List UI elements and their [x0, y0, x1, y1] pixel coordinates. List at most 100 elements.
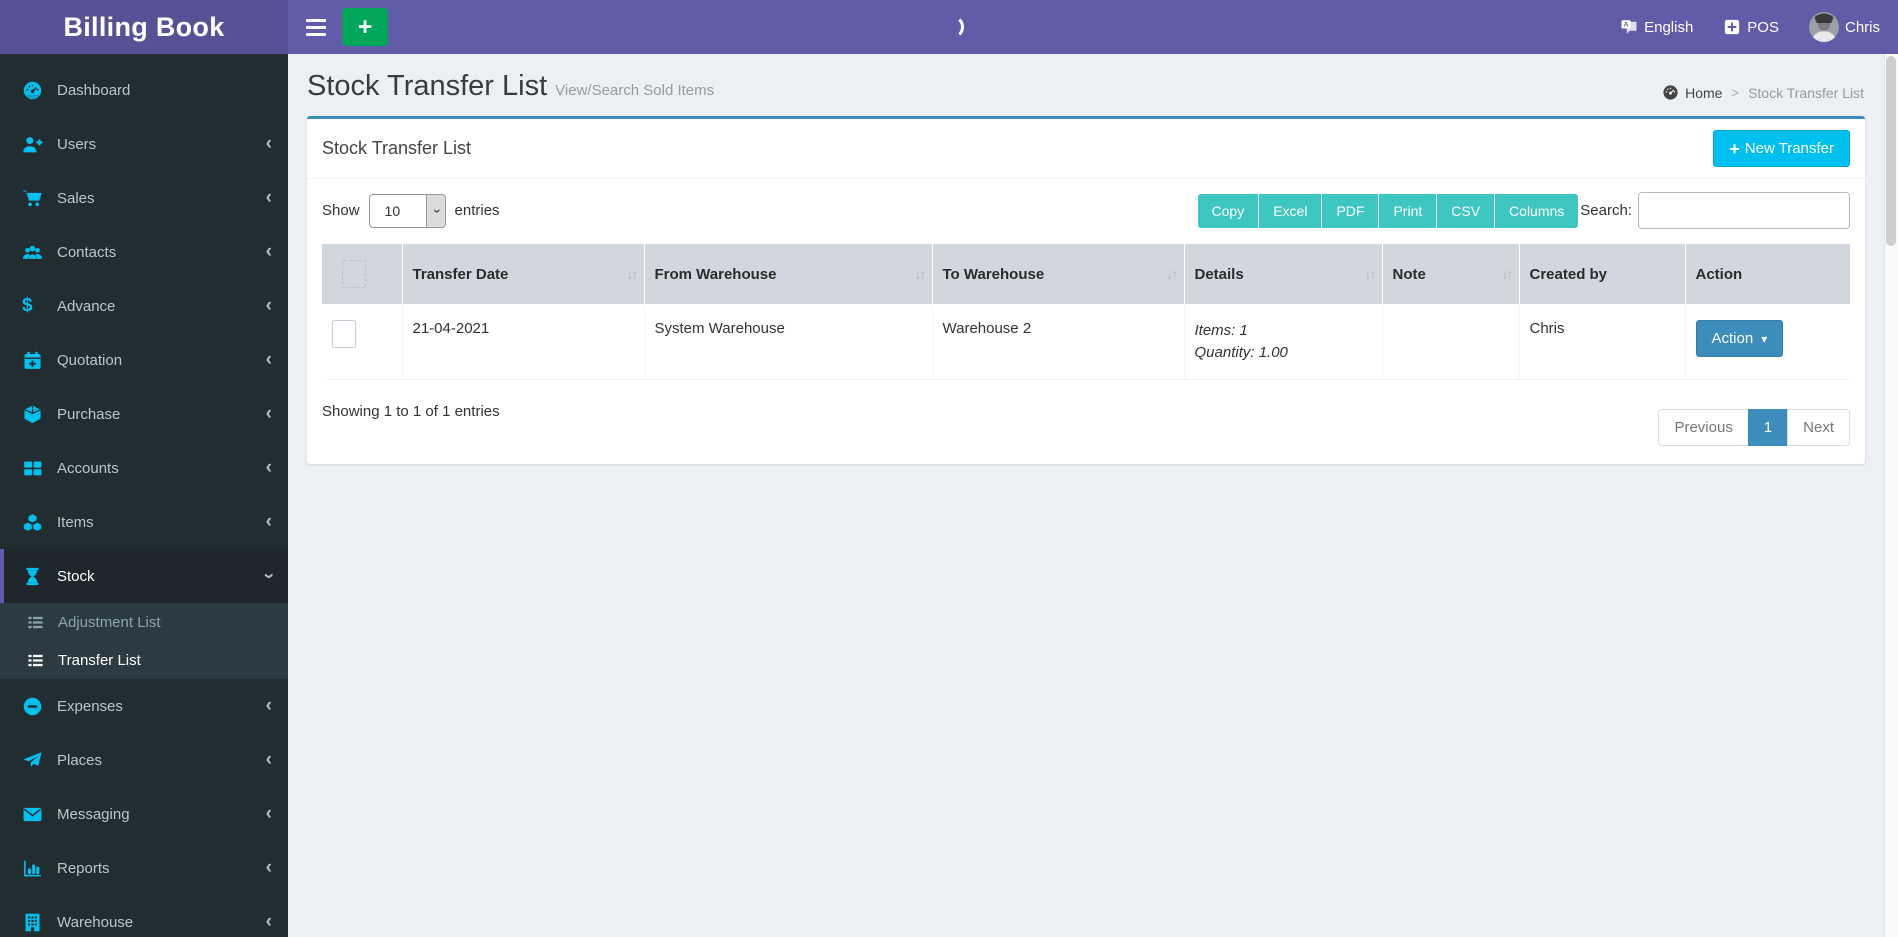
- user-menu[interactable]: Chris: [1808, 0, 1880, 54]
- row-action-button[interactable]: Action ▾: [1695, 320, 1784, 357]
- stock-submenu: Adjustment List Transfer List: [0, 603, 288, 679]
- sidebar-item-label: Stock: [57, 567, 95, 585]
- sidebar-item-expenses[interactable]: Expenses ‹: [0, 679, 288, 733]
- sidebar-item-reports[interactable]: Reports ‹: [0, 841, 288, 895]
- page-length-select[interactable]: 10 ‹: [368, 193, 446, 228]
- export-and-search: Copy Excel PDF Print CSV Columns Search:: [1197, 192, 1850, 229]
- col-created-by[interactable]: Created by: [1518, 244, 1686, 305]
- col-to-warehouse[interactable]: To Warehouse ↓↑: [931, 244, 1185, 305]
- sidebar-item-dashboard[interactable]: Dashboard: [0, 63, 288, 117]
- sidebar-item-label: Places: [57, 751, 103, 769]
- details-quantity: Quantity: 1.00: [1194, 343, 1288, 361]
- excel-button[interactable]: Excel: [1259, 193, 1323, 228]
- csv-button[interactable]: CSV: [1437, 193, 1496, 228]
- sidebar-toggle-button[interactable]: [294, 0, 338, 54]
- scrollbar-track[interactable]: [1884, 54, 1898, 937]
- chevron-down-icon: ‹: [257, 572, 279, 580]
- cubes-icon: [22, 511, 46, 533]
- sidebar-item-label: Quotation: [57, 351, 123, 369]
- sidebar-item-label: Items: [57, 513, 94, 531]
- panel-header: Stock Transfer List + New Transfer: [307, 119, 1865, 179]
- envelope-icon: [22, 803, 46, 825]
- pdf-button[interactable]: PDF: [1322, 193, 1380, 228]
- pos-link[interactable]: POS: [1723, 0, 1779, 54]
- cart-icon: [22, 187, 46, 209]
- row-checkbox[interactable]: [332, 320, 356, 348]
- cube-icon: [22, 403, 46, 425]
- sidebar-item-purchase[interactable]: Purchase ‹: [0, 387, 288, 441]
- chevron-left-icon: ‹: [265, 857, 272, 878]
- col-transfer-date[interactable]: Transfer Date ↓↑: [401, 244, 645, 305]
- breadcrumb-separator: >: [1731, 85, 1740, 100]
- sidebar-item-contacts[interactable]: Contacts ‹: [0, 225, 288, 279]
- caret-down-icon: ▾: [1761, 331, 1768, 346]
- page-title: Stock Transfer List: [307, 70, 548, 102]
- sidebar-item-advance[interactable]: $ Advance ‹: [0, 279, 288, 333]
- scrollbar-thumb[interactable]: [1886, 56, 1896, 246]
- sidebar-item-items[interactable]: Items ‹: [0, 495, 288, 549]
- list-icon: [27, 613, 48, 631]
- users-icon: [22, 241, 46, 263]
- sort-icon: ↓↑: [1166, 266, 1179, 282]
- transfer-date-cell: 21-04-2021: [401, 304, 645, 380]
- app-logo[interactable]: Billing Book: [0, 0, 288, 54]
- page-length-value: 10: [384, 202, 401, 219]
- export-button-group: Copy Excel PDF Print CSV Columns: [1197, 193, 1579, 228]
- sidebar-item-places[interactable]: Places ‹: [0, 733, 288, 787]
- print-button[interactable]: Print: [1379, 193, 1438, 228]
- sidebar-item-label: Advance: [57, 297, 116, 315]
- next-page-button[interactable]: Next: [1787, 408, 1850, 446]
- sidebar-item-quotation[interactable]: Quotation ‹: [0, 333, 288, 387]
- chevron-left-icon: ‹: [265, 403, 272, 424]
- navbar-right: A English POS Chris: [1620, 0, 1898, 54]
- sidebar-subitem-adjustment-list[interactable]: Adjustment List: [0, 603, 288, 641]
- sidebar-subitem-transfer-list[interactable]: Transfer List: [0, 641, 288, 679]
- calendar-plus-icon: [22, 349, 46, 371]
- created-by-cell: Chris: [1518, 304, 1686, 380]
- breadcrumb-home-link[interactable]: Home: [1662, 84, 1722, 101]
- page-1-button[interactable]: 1: [1747, 408, 1789, 446]
- chevron-left-icon: ‹: [265, 911, 272, 932]
- sort-icon: ↓↑: [626, 266, 639, 282]
- dollar-icon: $: [22, 295, 33, 316]
- sidebar-item-warehouse[interactable]: Warehouse ‹: [0, 895, 288, 937]
- chevron-left-icon: ‹: [265, 511, 272, 532]
- col-note[interactable]: Note ↓↑: [1381, 244, 1520, 305]
- sidebar-item-accounts[interactable]: Accounts ‹: [0, 441, 288, 495]
- breadcrumb: Home > Stock Transfer List: [1662, 84, 1864, 101]
- col-details[interactable]: Details ↓↑: [1183, 244, 1383, 305]
- sidebar-item-users[interactable]: Users ‹: [0, 117, 288, 171]
- select-all-checkbox[interactable]: [342, 260, 366, 288]
- user-plus-icon: [22, 133, 46, 155]
- quick-add-button[interactable]: +: [342, 8, 388, 46]
- bar-chart-icon: [22, 857, 46, 879]
- user-name: Chris: [1844, 18, 1880, 36]
- sidebar-item-label: Messaging: [57, 805, 130, 823]
- sort-icon: ↓↑: [1364, 266, 1377, 282]
- sidebar-item-sales[interactable]: Sales ‹: [0, 171, 288, 225]
- select-caret-icon: ‹: [425, 194, 445, 227]
- sidebar-item-label: Expenses: [57, 697, 123, 715]
- columns-button[interactable]: Columns: [1495, 193, 1579, 228]
- details-cell: Items: 1 Quantity: 1.00: [1183, 304, 1383, 380]
- sidebar-item-label: Users: [57, 135, 97, 153]
- new-transfer-label: New Transfer: [1744, 140, 1834, 157]
- table-footer: Showing 1 to 1 of 1 entries Previous 1 N…: [322, 395, 1850, 446]
- page-heading: Stock Transfer List View/Search Sold Item…: [307, 70, 714, 103]
- new-transfer-button[interactable]: + New Transfer: [1713, 130, 1850, 167]
- search-input[interactable]: [1638, 192, 1850, 229]
- panel-title: Stock Transfer List: [322, 138, 472, 158]
- col-from-warehouse[interactable]: From Warehouse ↓↑: [643, 244, 933, 305]
- copy-button[interactable]: Copy: [1197, 193, 1260, 228]
- sidebar-item-messaging[interactable]: Messaging ‹: [0, 787, 288, 841]
- language-menu[interactable]: A English: [1620, 0, 1693, 54]
- previous-page-button[interactable]: Previous: [1658, 408, 1749, 446]
- sidebar-subitem-label: Transfer List: [58, 651, 141, 669]
- table-info: Showing 1 to 1 of 1 entries: [322, 402, 500, 420]
- content-header: Stock Transfer List View/Search Sold Item…: [288, 54, 1898, 103]
- breadcrumb-home-label: Home: [1685, 84, 1723, 101]
- sidebar-item-label: Purchase: [57, 405, 121, 423]
- sidebar-item-stock[interactable]: Stock ‹: [0, 549, 288, 603]
- dashboard-gauge-icon: [1663, 85, 1678, 100]
- pos-label: POS: [1747, 18, 1779, 36]
